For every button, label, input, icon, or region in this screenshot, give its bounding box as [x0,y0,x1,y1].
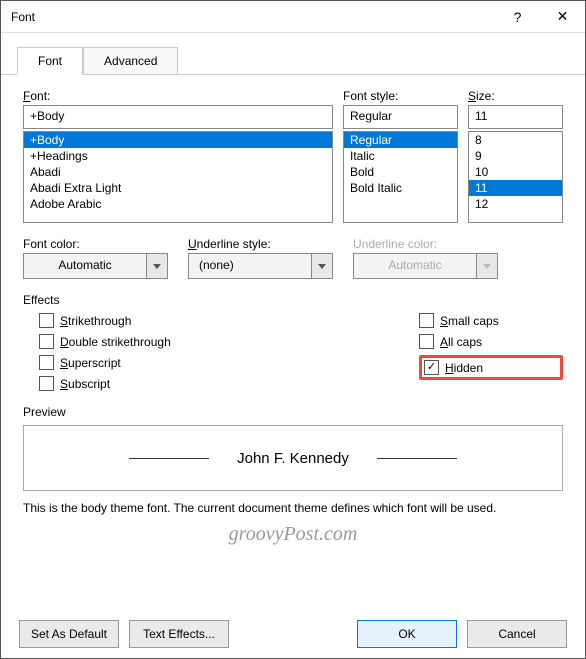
dialog-title: Font [11,10,495,24]
label-fontstyle: Font style: [343,89,458,103]
list-item[interactable]: Abadi [24,164,332,180]
font-dialog: Font ? ✕ Font Advanced Font: +Body +Body… [0,0,586,659]
tab-advanced[interactable]: Advanced [83,47,178,75]
underlinecolor-combo: Automatic [353,253,498,279]
list-item[interactable]: 8 [469,132,562,148]
checkbox-strikethrough[interactable]: Strikethrough [39,313,403,328]
size-listbox[interactable]: 89101112 [468,131,563,223]
help-icon: ? [514,9,522,25]
font-listbox[interactable]: +Body+HeadingsAbadiAbadi Extra LightAdob… [23,131,333,223]
tabstrip: Font Advanced [1,33,585,75]
button-bar: Set As Default Text Effects... OK Cancel [1,610,585,658]
list-item[interactable]: Abadi Extra Light [24,180,332,196]
preview-sample: John F. Kennedy [219,450,367,467]
effects-label: Effects [23,293,563,307]
checkbox-subscript[interactable]: Subscript [39,376,403,391]
checkbox-label: Strikethrough [60,314,131,328]
effects-group: Strikethrough Double strikethrough Supersc… [23,313,563,391]
titlebar: Font ? ✕ [1,1,585,33]
checkbox-double-strikethrough[interactable]: Double strikethrough [39,334,403,349]
checkbox-superscript[interactable]: Superscript [39,355,403,370]
label-underlinestyle: Underline style: [188,237,333,251]
checkbox-small-caps[interactable]: Small caps [419,313,563,328]
cancel-button[interactable]: Cancel [467,620,567,648]
preview-box: John F. Kennedy [23,425,563,491]
fontcolor-combo[interactable]: Automatic [23,253,168,279]
checkbox-label: Subscript [60,377,110,391]
checkbox-hidden[interactable]: Hidden [419,355,563,380]
underlinestyle-combo[interactable]: (none) [188,253,333,279]
label-underlinecolor: Underline color: [353,237,498,251]
label-size: Size: [468,89,563,103]
fontstyle-listbox[interactable]: RegularItalicBoldBold Italic [343,131,458,223]
tab-font[interactable]: Font [17,47,83,75]
list-item[interactable]: Regular [344,132,457,148]
chevron-down-icon [311,253,333,279]
ok-button[interactable]: OK [357,620,457,648]
list-item[interactable]: +Headings [24,148,332,164]
checkbox-label: Double strikethrough [60,335,171,349]
list-item[interactable]: Bold [344,164,457,180]
tab-content: Font: +Body +Body+HeadingsAbadiAbadi Ext… [1,75,585,610]
fontstyle-input[interactable]: Regular [343,105,458,129]
help-button[interactable]: ? [495,1,540,32]
checkbox-box [39,313,54,328]
close-button[interactable]: ✕ [540,1,585,32]
checkbox-all-caps[interactable]: All caps [419,334,563,349]
checkbox-box [419,334,434,349]
checkbox-box [419,313,434,328]
checkbox-label: Superscript [60,356,121,370]
label-fontcolor: Font color: [23,237,168,251]
list-item[interactable]: Bold Italic [344,180,457,196]
checkbox-box [424,360,439,375]
list-item[interactable]: 12 [469,196,562,212]
size-input[interactable]: 11 [468,105,563,129]
list-item[interactable]: 9 [469,148,562,164]
checkbox-label: Small caps [440,314,499,328]
list-item[interactable]: Italic [344,148,457,164]
list-item[interactable]: 10 [469,164,562,180]
preview-label: Preview [23,405,563,419]
text-effects-button[interactable]: Text Effects... [129,620,229,648]
chevron-down-icon [476,253,498,279]
watermark: groovyPost.com [23,523,563,546]
checkbox-label: All caps [440,335,482,349]
checkbox-label: Hidden [445,361,483,375]
label-font: Font: [23,89,333,103]
checkbox-box [39,355,54,370]
checkbox-box [39,376,54,391]
close-icon: ✕ [557,8,569,25]
list-item[interactable]: +Body [24,132,332,148]
list-item[interactable]: Adobe Arabic [24,196,332,212]
set-as-default-button[interactable]: Set As Default [19,620,119,648]
preview-note: This is the body theme font. The current… [23,501,563,515]
list-item[interactable]: 11 [469,180,562,196]
checkbox-box [39,334,54,349]
font-input[interactable]: +Body [23,105,333,129]
chevron-down-icon [146,253,168,279]
